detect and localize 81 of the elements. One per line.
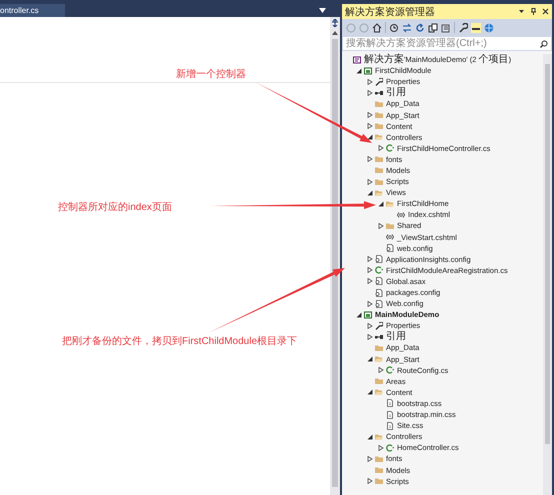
collapse-arrow-icon[interactable] [366,434,372,440]
files-icon[interactable] [441,22,451,32]
csharp-file-icon [386,444,394,452]
file-icon [386,422,394,430]
collapse-arrow-icon[interactable] [366,389,372,396]
clock-icon[interactable] [389,22,399,32]
csharp-file-icon [375,266,383,274]
collapse-arrow-icon[interactable] [366,356,372,362]
sync-icon[interactable] [402,22,412,32]
csharp-file-icon [386,144,394,152]
open-folder-icon [375,133,383,142]
config-file-icon [375,288,383,297]
open-folder-icon [375,188,383,197]
annotation-text: 控制器所对应的index页面 [58,200,172,214]
expand-arrow-icon[interactable] [366,90,372,96]
expand-arrow-icon[interactable] [366,78,372,85]
expand-arrow-icon[interactable] [378,367,384,374]
dash-icon[interactable] [471,22,481,32]
up-arrow-icon[interactable] [332,31,338,35]
scrollbar[interactable] [543,54,552,495]
expand-arrow-icon[interactable] [366,256,372,262]
expand-arrow-icon[interactable] [366,478,372,484]
tree-item[interactable]: 引用 [386,331,406,342]
open-folder-icon [375,432,383,441]
config-file-icon [375,277,383,286]
open-folder-icon [375,355,383,364]
refresh-icon[interactable] [415,22,425,32]
csharp-file-icon [386,366,394,374]
config-file-icon [375,300,383,308]
references-icon [375,88,383,97]
wrench-icon [375,322,383,330]
expand-arrow-icon[interactable] [366,278,372,284]
copy-icon[interactable] [428,22,438,32]
document-tab[interactable]: ontroller.cs [0,4,65,17]
expand-arrow-icon[interactable] [366,178,372,185]
razor-file-icon [386,233,394,242]
expand-arrow-icon[interactable] [366,300,372,307]
expand-arrow-icon[interactable] [378,444,384,451]
search-field[interactable]: 搜索解决方案资源管理器(Ctrl+;) [342,36,552,51]
file-icon [386,410,394,419]
caret-icon[interactable] [319,8,326,13]
split-icon[interactable] [331,19,339,27]
search-icon[interactable] [540,40,548,48]
annotation-text: 把刚才备份的文件，拷贝到FirstChildModule根目录下 [62,334,298,348]
expand-arrow-icon[interactable] [366,123,372,130]
collapse-arrow-icon[interactable] [378,200,384,207]
close-icon[interactable] [542,8,549,15]
expand-arrow-icon[interactable] [366,267,372,274]
wrench-icon[interactable] [458,22,468,32]
expand-arrow-icon[interactable] [366,156,372,162]
collapse-arrow-icon[interactable] [356,312,362,318]
open-folder-icon [375,388,383,396]
references-icon [375,332,383,341]
collapse-arrow-icon[interactable] [356,68,362,74]
panel-title: 解决方案资源管理器 [345,6,436,18]
open-folder-icon [386,200,394,208]
pin-icon[interactable] [530,8,537,15]
code-editor[interactable]: 新增一个控制器 控制器所对应的index页面 把刚才备份的文件，拷贝到FirstChildModule根目录下 [0,17,330,495]
wrench-icon [375,78,383,86]
file-icon [386,399,394,408]
razor-file-icon [397,210,405,219]
config-file-icon [386,244,394,252]
expand-arrow-icon[interactable] [366,456,372,462]
folder-icon [386,222,394,230]
expand-arrow-icon[interactable] [378,145,384,152]
tree-item[interactable]: 引用 [386,87,406,98]
folder-icon [375,377,383,386]
collapse-arrow-icon[interactable] [366,190,372,196]
annotation-text: 新增一个控制器 [176,68,246,81]
config-file-icon [375,255,383,264]
project-icon [364,66,372,75]
expand-arrow-icon[interactable] [366,112,372,118]
scrollbar[interactable] [330,17,340,495]
project-icon [364,310,372,319]
home-icon[interactable] [372,22,382,32]
caret-icon[interactable] [518,8,525,15]
folder-icon [375,344,383,352]
solution-icon [353,56,361,64]
expand-arrow-icon[interactable] [378,222,384,229]
expand-arrow-icon[interactable] [366,322,372,329]
expand-arrow-icon[interactable] [366,334,372,340]
